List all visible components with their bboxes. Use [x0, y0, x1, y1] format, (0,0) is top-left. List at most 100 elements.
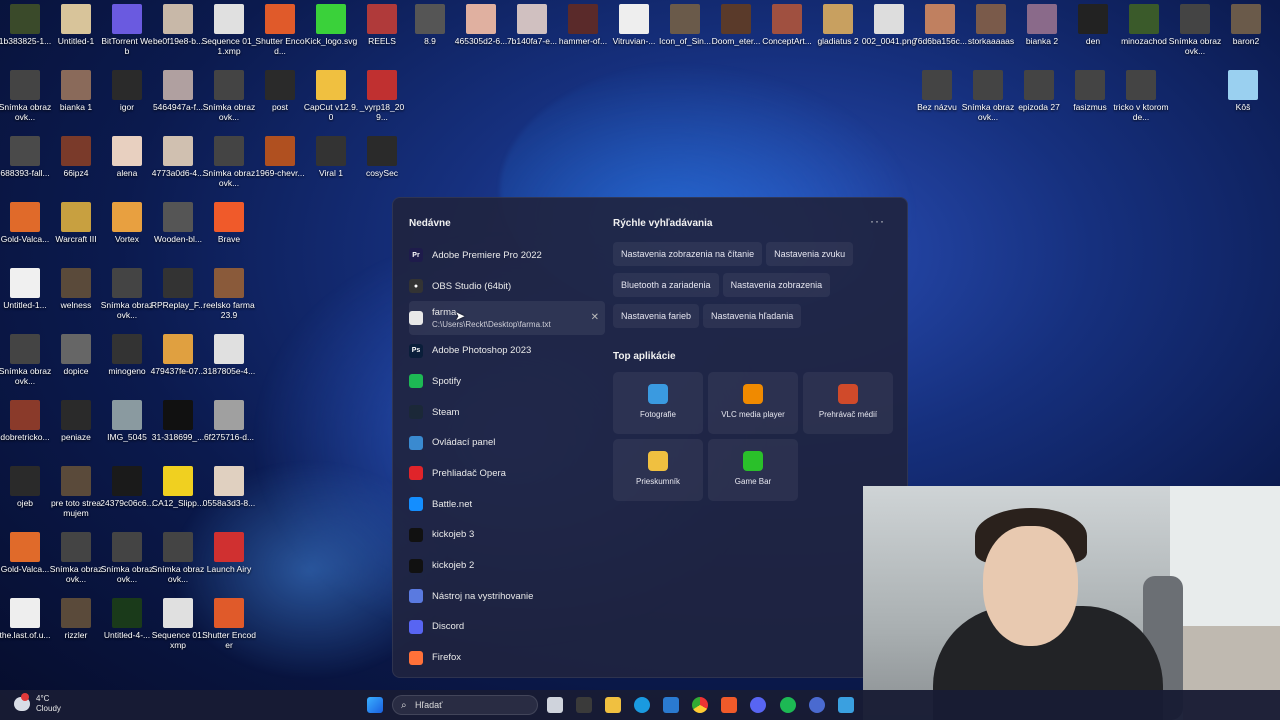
- recent-item[interactable]: kickojeb 2: [409, 550, 605, 581]
- desktop-icon[interactable]: 24379c06c6...: [99, 462, 155, 518]
- desktop-icon[interactable]: 66ipz4: [48, 132, 104, 188]
- desktop-icon[interactable]: CA12_Slipp...: [150, 462, 206, 518]
- desktop-icon[interactable]: Snímka obrazovk...: [960, 66, 1016, 122]
- desktop-icon[interactable]: alena: [99, 132, 155, 188]
- desktop-icon[interactable]: bianka 1: [48, 66, 104, 122]
- desktop-icon[interactable]: 465305d2-6...: [453, 0, 509, 56]
- desktop-icon[interactable]: ojeb: [0, 462, 53, 518]
- obs-icon[interactable]: [809, 697, 825, 713]
- desktop-icon[interactable]: Untitled-1...: [0, 264, 53, 320]
- remove-recent-icon[interactable]: ✕: [591, 312, 599, 323]
- desktop-icon[interactable]: hammer-of...: [555, 0, 611, 56]
- desktop-icon[interactable]: dobretricko...: [0, 396, 53, 452]
- desktop-icon[interactable]: 5464947a-f...: [150, 66, 206, 122]
- desktop-icon[interactable]: 7b140fa7-e...: [504, 0, 560, 56]
- desktop-icon[interactable]: reelsko farma 23.9: [201, 264, 257, 320]
- recent-item[interactable]: Steam: [409, 397, 605, 428]
- desktop-icon[interactable]: Wooden-bl...: [150, 198, 206, 254]
- quick-search-chip[interactable]: Nastavenia hľadania: [703, 304, 802, 328]
- desktop-icon[interactable]: CapCut v12.9.0: [303, 66, 359, 122]
- desktop-icon[interactable]: 688393-fall...: [0, 132, 53, 188]
- quick-search-chip[interactable]: Nastavenia farieb: [613, 304, 700, 328]
- desktop-icon[interactable]: Snímka obrazovk...: [0, 66, 53, 122]
- spotify-icon[interactable]: [780, 697, 796, 713]
- desktop-icon[interactable]: 0558a3d3-8...: [201, 462, 257, 518]
- desktop-icon[interactable]: the.last.of.u...: [0, 594, 53, 650]
- desktop-icon[interactable]: Snímka obrazovk...: [150, 528, 206, 584]
- desktop-icon[interactable]: Sequence 01.xmp: [150, 594, 206, 650]
- taskbar-search-input[interactable]: ⌕ Hľadať: [392, 695, 538, 715]
- desktop-icon[interactable]: welness: [48, 264, 104, 320]
- desktop-icon[interactable]: Snímka obrazovk...: [0, 330, 53, 386]
- desktop-icon[interactable]: Icon_of_Sin...: [657, 0, 713, 56]
- task-view-icon[interactable]: [547, 697, 563, 713]
- desktop-icon[interactable]: baron2: [1218, 0, 1274, 56]
- desktop-icon[interactable]: 6f275716-d...: [201, 396, 257, 452]
- discord-icon[interactable]: [750, 697, 766, 713]
- windows-start-icon[interactable]: [367, 697, 383, 713]
- desktop-icon[interactable]: BitTorrent Web: [99, 0, 155, 56]
- recent-item[interactable]: Spotify: [409, 366, 605, 397]
- desktop-icon[interactable]: Snímka obrazovk...: [201, 132, 257, 188]
- desktop-icon[interactable]: 76d6ba156c...: [912, 0, 968, 56]
- desktop-icon[interactable]: Snímka obrazovk...: [1167, 0, 1223, 56]
- recent-item[interactable]: Pr Adobe Premiere Pro 2022: [409, 240, 605, 271]
- desktop-icon[interactable]: minozachod: [1116, 0, 1172, 56]
- desktop-icon[interactable]: Gold-Valca...: [0, 528, 53, 584]
- desktop-icon[interactable]: igor: [99, 66, 155, 122]
- desktop-icon[interactable]: pre toto streamujem: [48, 462, 104, 518]
- desktop-icon[interactable]: den: [1065, 0, 1121, 56]
- desktop-icon[interactable]: cosySec: [354, 132, 410, 188]
- desktop-icon[interactable]: 3187805e-4...: [201, 330, 257, 386]
- desktop-icon[interactable]: fasizmus: [1062, 66, 1118, 122]
- recent-item[interactable]: kickojeb 3: [409, 520, 605, 551]
- desktop-icon[interactable]: Bez názvu: [909, 66, 965, 122]
- recent-item[interactable]: Prehliadač Opera: [409, 458, 605, 489]
- desktop-icon[interactable]: bianka 2: [1014, 0, 1070, 56]
- desktop-icon[interactable]: minogeno: [99, 330, 155, 386]
- desktop-icon[interactable]: RPReplay_F...: [150, 264, 206, 320]
- more-options-icon[interactable]: ···: [870, 214, 885, 228]
- desktop-icon[interactable]: Untitled-4-...: [99, 594, 155, 650]
- desktop-icon[interactable]: 1b383825-1...: [0, 0, 53, 56]
- desktop-icon[interactable]: 1969-chevr...: [252, 132, 308, 188]
- recent-item[interactable]: Ps Adobe Photoshop 2023: [409, 335, 605, 366]
- desktop-icon[interactable]: Vortex: [99, 198, 155, 254]
- desktop-icon[interactable]: dopice: [48, 330, 104, 386]
- desktop-icon[interactable]: epizoda 27: [1011, 66, 1067, 122]
- desktop-icon[interactable]: 8.9: [402, 0, 458, 56]
- file-explorer-icon[interactable]: [605, 697, 621, 713]
- desktop-icon[interactable]: Warcraft III: [48, 198, 104, 254]
- desktop-icon[interactable]: 31-318699_...: [150, 396, 206, 452]
- recent-item[interactable]: Battle.net: [409, 489, 605, 520]
- recent-item[interactable]: Firefox: [409, 642, 605, 673]
- widgets-icon[interactable]: [576, 697, 592, 713]
- desktop-icon[interactable]: storkaaaaas: [963, 0, 1019, 56]
- desktop-icon[interactable]: Snímka obrazovk...: [99, 264, 155, 320]
- brave-icon[interactable]: [721, 697, 737, 713]
- desktop-icon[interactable]: Brave: [201, 198, 257, 254]
- quick-search-chip[interactable]: Bluetooth a zariadenia: [613, 273, 719, 297]
- desktop-icon[interactable]: Gold-Valca...: [0, 198, 53, 254]
- desktop-icon[interactable]: Kick_logo.svg: [303, 0, 359, 56]
- top-app-tile[interactable]: VLC media player: [708, 372, 798, 434]
- app-icon[interactable]: [838, 697, 854, 713]
- recent-item[interactable]: Nástroj na vystrihovanie: [409, 581, 605, 612]
- top-app-tile[interactable]: Prieskumník: [613, 439, 703, 501]
- quick-search-chip[interactable]: Nastavenia zvuku: [766, 242, 854, 266]
- desktop-icon[interactable]: ConceptArt...: [759, 0, 815, 56]
- chrome-icon[interactable]: [692, 697, 708, 713]
- desktop-icon[interactable]: IMG_5045: [99, 396, 155, 452]
- weather-widget[interactable]: 4°C Cloudy: [14, 693, 61, 714]
- desktop-icon[interactable]: rizzler: [48, 594, 104, 650]
- recent-item[interactable]: farma C:\Users\Reckt\Desktop\farma.txt ✕: [409, 301, 605, 336]
- desktop-icon[interactable]: 002_0041.png: [861, 0, 917, 56]
- recent-item[interactable]: Ovládací panel: [409, 427, 605, 458]
- desktop-icon[interactable]: Untitled-1: [48, 0, 104, 56]
- desktop-icon[interactable]: Vitruvian-...: [606, 0, 662, 56]
- desktop-icon[interactable]: tricko v ktorom de...: [1113, 66, 1169, 122]
- desktop-icon[interactable]: be0f19e8-b...: [150, 0, 206, 56]
- desktop-icon[interactable]: Shutter Encod...: [252, 0, 308, 56]
- desktop-icon[interactable]: Kôš: [1215, 66, 1271, 122]
- desktop-icon[interactable]: Snímka obrazovk...: [99, 528, 155, 584]
